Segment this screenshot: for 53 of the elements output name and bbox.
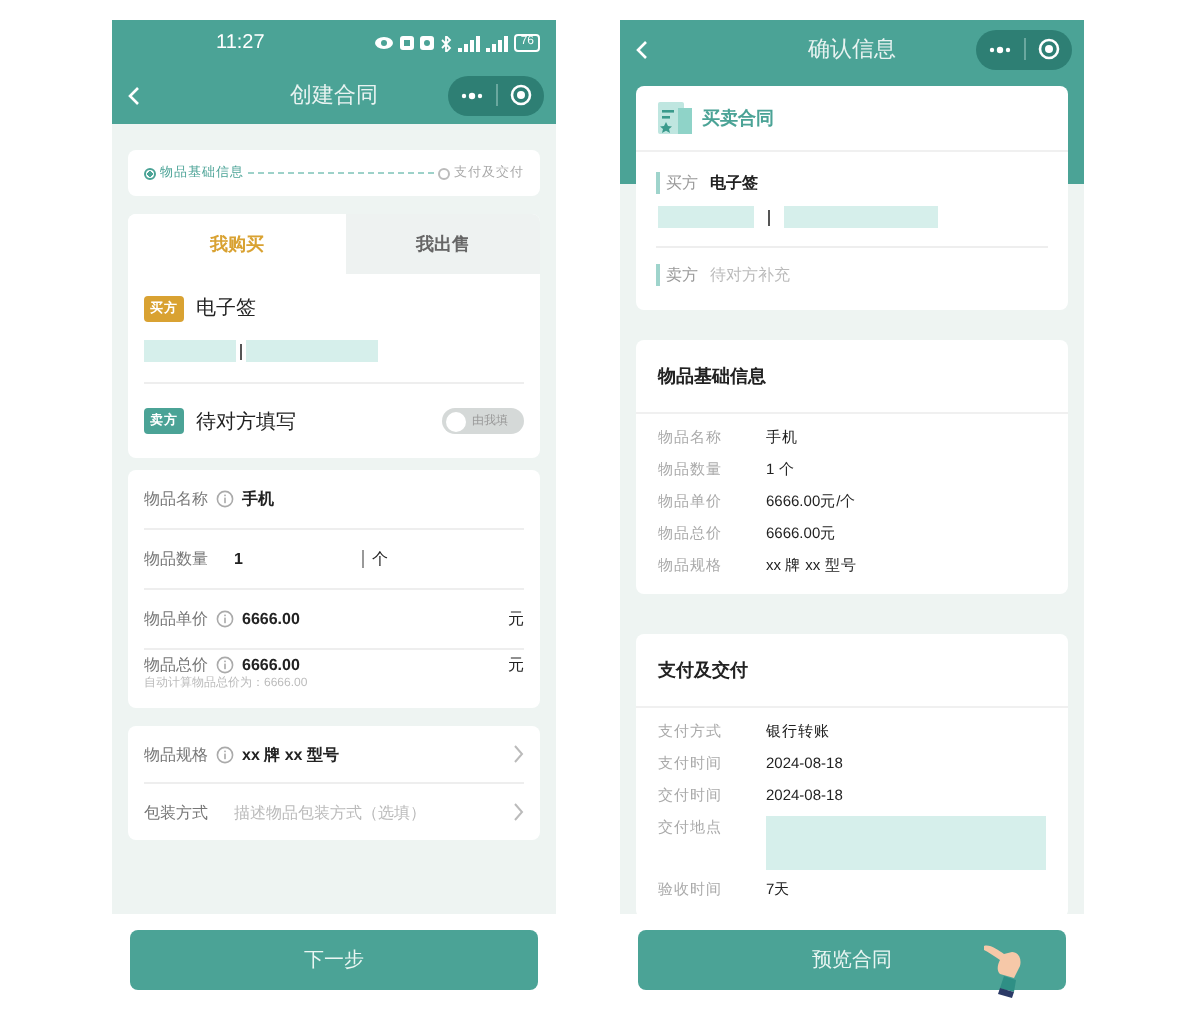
field-value[interactable]: 6666.00 [242,610,500,628]
preview-button[interactable]: 预览合同 [638,930,1066,990]
unit-label: 元 [508,608,524,630]
back-button[interactable] [636,39,648,59]
info-icon[interactable] [216,490,234,508]
eye-icon [374,36,395,50]
contract-document-icon [656,100,692,136]
field-label: 物品规格 [144,743,208,765]
back-button[interactable] [128,85,140,105]
unit-label: 元 [508,653,524,676]
field-label: 物品总价 [144,653,208,676]
info-icon[interactable] [216,610,234,628]
more-icon [988,45,1012,53]
more-button[interactable] [988,45,1012,53]
party-name: 电子签 [196,295,256,322]
bluetooth-icon [440,35,453,51]
placeholder-text: 描述物品包装方式（选填） [234,801,428,823]
close-button[interactable] [510,84,532,106]
target-icon [510,84,532,106]
info-icon[interactable] [216,655,234,674]
more-icon [460,91,484,99]
role-label: 买方 [656,172,698,194]
party-status: 待对方补充 [710,264,790,286]
page-title: 确认信息 [808,36,896,64]
info-icon[interactable] [216,745,234,763]
contract-title: 买卖合同 [702,105,774,131]
field-value: xx 牌 xx 型号 [242,743,341,765]
role-label: 卖方 [656,264,698,286]
close-button[interactable] [1038,38,1060,60]
target-icon [1038,38,1060,60]
status-time: 11:27 [216,32,265,54]
page-title: 创建合同 [290,82,378,110]
option-row[interactable]: 包装方式 描述物品包装方式（选填） [144,782,524,840]
party-name: 电子签 [710,172,758,194]
section-title: 物品基础信息 [636,340,1068,414]
field-value[interactable]: 6666.00 [242,655,500,674]
tab[interactable]: 我出售 [346,214,540,274]
unit-label: 个 [372,548,388,570]
section-title: 支付及交付 [636,634,1068,708]
signal-icon [486,35,509,51]
chevron-right-icon [512,744,524,764]
field-value[interactable]: 手机 [242,488,524,510]
option-row[interactable]: 物品规格 xx 牌 xx 型号 [144,726,524,782]
field-label: 物品单价 [144,608,208,630]
field-label: 物品名称 [144,488,208,510]
more-button[interactable] [460,91,484,99]
chevron-right-icon [512,802,524,822]
next-button[interactable]: 下一步 [130,930,538,990]
field-value[interactable]: 1 [234,550,364,568]
field-label: 包装方式 [144,801,210,823]
party-status: 待对方填写 [196,409,296,435]
signal-icon [458,35,481,51]
field-label: 物品数量 [144,548,210,570]
